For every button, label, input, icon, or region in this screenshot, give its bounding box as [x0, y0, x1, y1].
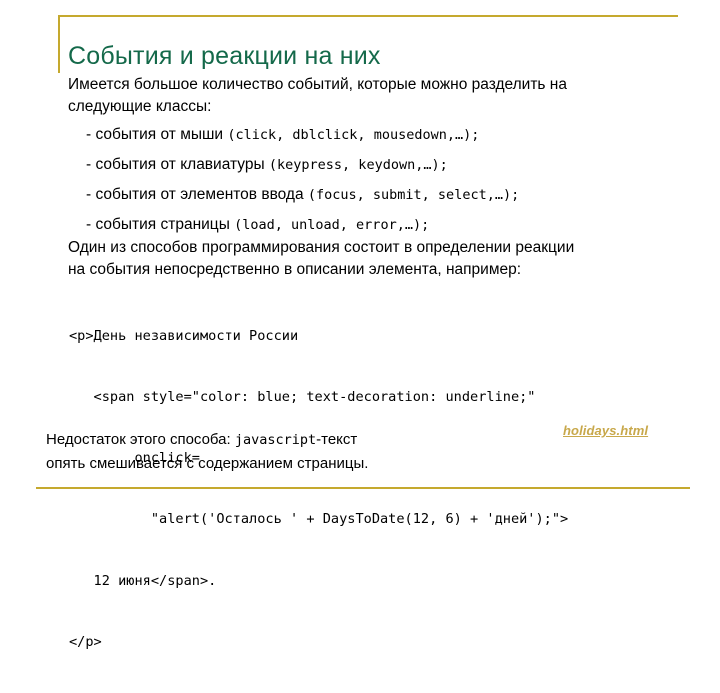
title-left-rule	[58, 15, 60, 73]
title-top-rule	[58, 15, 678, 17]
intro-line-1: Имеется большое количество событий, кото…	[68, 76, 567, 93]
explanation-line-2: на события непосредственно в описании эл…	[68, 261, 522, 278]
code-line: <span style="color: blue; text-decoratio…	[69, 389, 536, 406]
note-prefix: Недостаток этого способа:	[46, 431, 235, 448]
bullet-dash: -	[86, 216, 92, 233]
page-title: События и реакции на них	[68, 41, 381, 70]
event-class-list: - события от мыши (click, dblclick, mous…	[68, 120, 668, 240]
example-file-link[interactable]: holidays.html	[563, 423, 648, 438]
list-item: - события страницы (load, unload, error,…	[68, 210, 668, 240]
code-line: <p>День независимости России	[69, 327, 299, 344]
bullet-dash: -	[86, 186, 92, 203]
drawback-note-line-2: опять смешивается с содержанием страницы…	[46, 455, 369, 472]
note-suffix: -текст	[316, 431, 358, 448]
bullet-code: (keypress, keydown,…);	[268, 157, 448, 173]
bullet-dash: -	[86, 126, 92, 143]
code-sample: <p>День независимости России <span style…	[69, 285, 699, 693]
drawback-note: Недостаток этого способа: javascript-тек…	[46, 428, 516, 476]
note-code: javascript	[234, 432, 317, 448]
explanation-line-1: Один из способов программирования состои…	[68, 239, 575, 256]
slide-canvas: События и реакции на них Имеется большое…	[0, 0, 720, 650]
intro-paragraph: Имеется большое количество событий, кото…	[68, 74, 638, 118]
explanation-paragraph: Один из способов программирования состои…	[68, 237, 658, 281]
code-line: "alert('Осталось ' + DaysToDate(12, 6) +…	[69, 511, 569, 528]
bullet-text: события от элементов ввода	[95, 186, 308, 203]
intro-line-2: следующие классы:	[68, 98, 212, 115]
bullet-text: события от мыши	[95, 126, 228, 143]
bullet-code: (load, unload, error,…);	[234, 217, 430, 233]
code-line: 12 июня</span>.	[69, 572, 217, 589]
list-item: - события от мыши (click, dblclick, mous…	[68, 120, 668, 150]
bullet-dash: -	[86, 156, 92, 173]
bullet-code: (click, dblclick, mousedown,…);	[227, 127, 480, 143]
list-item: - события от элементов ввода (focus, sub…	[68, 180, 668, 210]
list-item: - события от клавиатуры (keypress, keydo…	[68, 150, 668, 180]
bullet-code: (focus, submit, select,…);	[307, 187, 520, 203]
code-line: </p>	[69, 633, 102, 650]
bullet-text: события страницы	[95, 216, 235, 233]
drawback-note-line-1: Недостаток этого способа: javascript-тек…	[46, 428, 516, 452]
bullet-text: события от клавиатуры	[95, 156, 269, 173]
